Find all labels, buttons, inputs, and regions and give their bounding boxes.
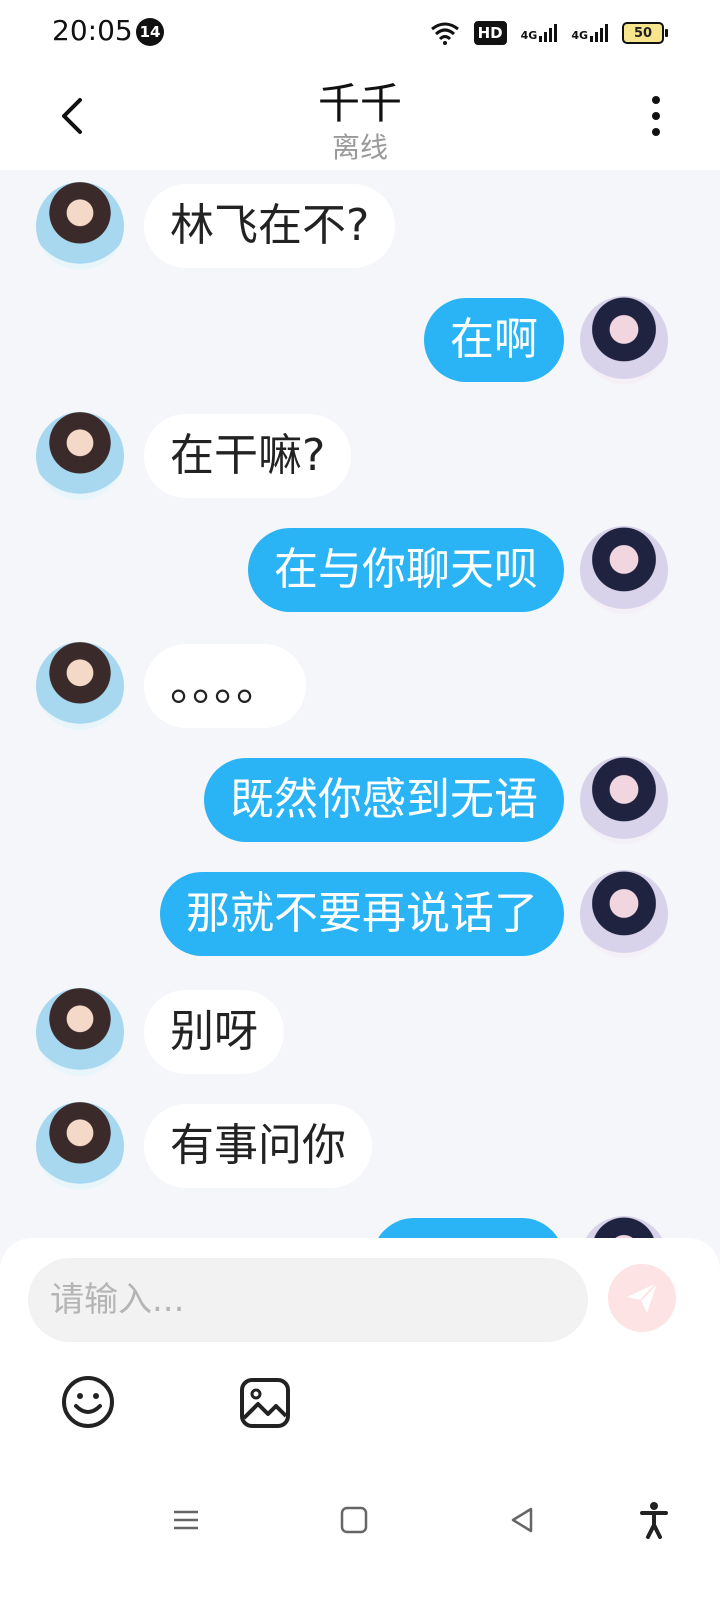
- wifi-icon: [430, 22, 459, 45]
- image-button[interactable]: [238, 1376, 292, 1430]
- my-avatar[interactable]: [580, 296, 668, 384]
- system-navigation-bar: [0, 1478, 720, 1568]
- more-options-button[interactable]: [632, 92, 680, 140]
- back-triangle-icon: [511, 1507, 533, 1533]
- contact-avatar[interactable]: [36, 412, 124, 500]
- status-time: 20:05: [52, 14, 133, 47]
- contact-status: 离线: [331, 131, 388, 164]
- message-bubble-sent[interactable]: 既然你感到无语: [204, 758, 564, 842]
- signal-icon-2: 4G: [571, 24, 608, 42]
- contact-avatar[interactable]: [36, 642, 124, 730]
- my-avatar[interactable]: [580, 526, 668, 614]
- chat-header: 千千 离线: [0, 64, 720, 170]
- contact-avatar[interactable]: [36, 182, 124, 270]
- my-avatar[interactable]: [580, 756, 668, 844]
- signal-icon: 4G: [521, 24, 558, 42]
- message-bubble-received[interactable]: 。。。。: [144, 644, 306, 728]
- status-icons: HD 4G 4G 50: [430, 18, 668, 48]
- message-row: 。。。。: [0, 642, 720, 742]
- home-icon: [340, 1506, 368, 1534]
- battery-icon: 50: [622, 22, 668, 44]
- message-bubble-received[interactable]: 别呀: [144, 990, 284, 1074]
- status-bar: 20:05 14 HD 4G 4G 50: [0, 0, 720, 64]
- message-bubble-sent[interactable]: 在与你聊天呗: [248, 528, 564, 612]
- contact-avatar[interactable]: [36, 988, 124, 1076]
- message-bubble-sent[interactable]: 在啊: [424, 298, 564, 382]
- message-input[interactable]: [28, 1258, 588, 1342]
- message-row: 别呀: [0, 988, 720, 1088]
- nav-back-button[interactable]: [502, 1500, 542, 1540]
- message-bubble-received[interactable]: 在干嘛?: [144, 414, 352, 498]
- message-row: 在啊: [0, 296, 720, 396]
- accessibility-icon: [640, 1502, 668, 1539]
- send-button[interactable]: [608, 1264, 676, 1332]
- contact-name: 千千: [317, 79, 402, 128]
- notification-badge: 14: [136, 18, 164, 46]
- nav-menu-button[interactable]: [166, 1500, 206, 1540]
- contact-avatar[interactable]: [36, 1102, 124, 1190]
- hd-icon: HD: [473, 21, 507, 45]
- more-vertical-icon: [652, 96, 660, 136]
- message-row: 既然你感到无语: [0, 756, 720, 856]
- my-avatar[interactable]: [580, 870, 668, 958]
- message-list[interactable]: 林飞在不? 在啊 在干嘛? 在与你聊天呗 。。。。 既然你感到无语 那就不要再说…: [0, 170, 720, 1250]
- message-row: 有事问你: [0, 1102, 720, 1202]
- emoji-button[interactable]: [60, 1374, 116, 1430]
- message-bubble-sent[interactable]: 那就不要再说话了: [160, 872, 564, 956]
- accessibility-button[interactable]: [634, 1500, 674, 1540]
- network-label: 4G: [520, 29, 538, 42]
- message-bubble-received[interactable]: 有事问你: [144, 1104, 372, 1188]
- message-row: 那就不要再说话了: [0, 870, 720, 970]
- message-row: 在干嘛?: [0, 412, 720, 512]
- menu-icon: [174, 1510, 198, 1530]
- message-row: 林飞在不?: [0, 182, 720, 282]
- nav-home-button[interactable]: [334, 1500, 374, 1540]
- message-bubble-received[interactable]: 林飞在不?: [144, 184, 396, 268]
- network-label-2: 4G: [571, 29, 588, 42]
- emoji-icon: [62, 1376, 114, 1428]
- image-icon: [240, 1378, 290, 1428]
- message-row: 在与你聊天呗: [0, 526, 720, 626]
- send-icon: [627, 1282, 658, 1313]
